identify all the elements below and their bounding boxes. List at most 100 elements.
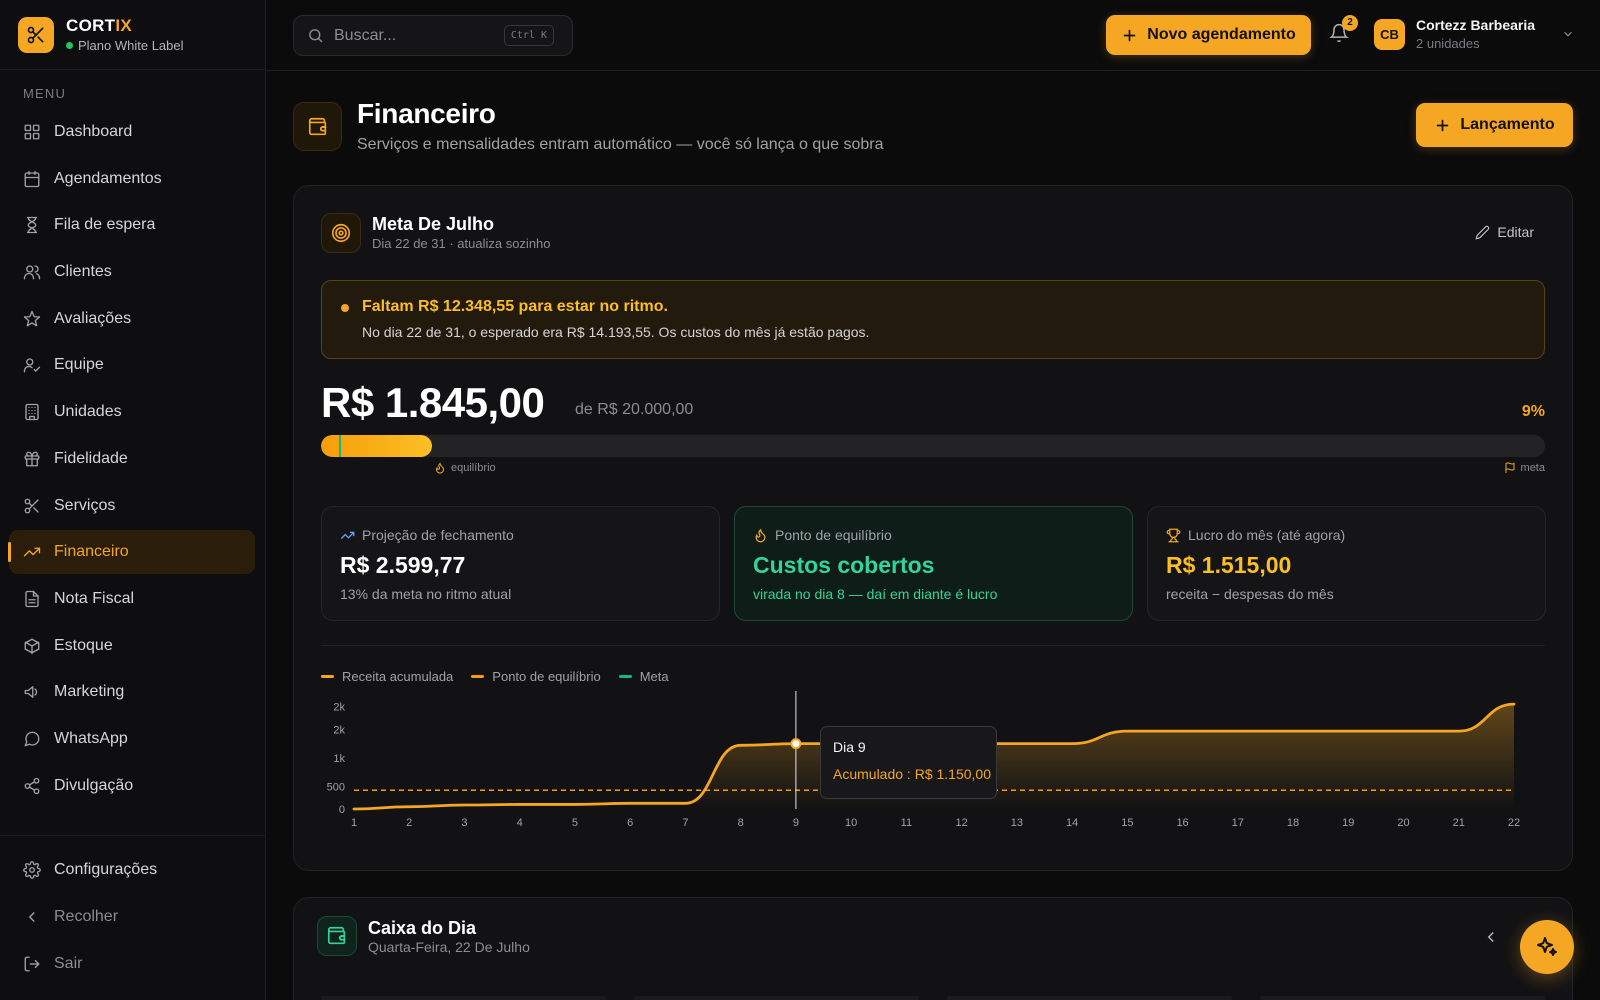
avatar: CB [1374, 18, 1405, 50]
sidebar-item-divulgacao[interactable]: Divulgação [9, 764, 255, 808]
legend-item: Receita acumulada [321, 669, 453, 684]
account-units: 2 unidades [1416, 36, 1480, 51]
brand-plan: Plano White Label [66, 38, 184, 53]
flame-icon [435, 462, 445, 474]
sidebar-item-label: Dashboard [54, 123, 133, 140]
notifications-button[interactable]: 2 [1329, 15, 1358, 45]
sidebar-item-aparencia-do-app[interactable]: Aparência do app [9, 810, 255, 815]
hover-point [790, 738, 802, 750]
new-appointment-button[interactable]: Novo agendamento [1106, 15, 1311, 55]
trophy-icon [1166, 528, 1181, 542]
sidebar-item-nota-fiscal[interactable]: Nota Fiscal [9, 577, 255, 621]
status-dot [66, 42, 73, 49]
page-header: Financeiro Serviços e mensalidades entra… [293, 98, 1573, 162]
brand: CORTIX Plano White Label [0, 0, 265, 70]
goal-amount: R$ 1.845,00 [321, 379, 545, 426]
ai-assistant-button[interactable] [1520, 920, 1574, 974]
trending-up-icon [340, 531, 355, 539]
sidebar-item-label: WhatsApp [54, 729, 128, 747]
add-entry-button[interactable]: Lançamento [1416, 103, 1573, 147]
cash-card: Caixa do Dia Quarta-Feira, 22 De Julho [293, 897, 1573, 1000]
sidebar-item-label: Fidelidade [54, 449, 128, 467]
sidebar-item-settings[interactable]: Configurações [9, 848, 255, 892]
cash-date: Quarta-Feira, 22 De Julho [368, 939, 530, 955]
sidebar-item-marketing[interactable]: Marketing [9, 670, 255, 714]
sidebar-item-agendamentos[interactable]: Agendamentos [9, 157, 255, 201]
sidebar-item-avaliacoes[interactable]: Avaliações [9, 297, 255, 341]
search-box[interactable]: Ctrl K [293, 15, 573, 56]
x-tick-label: 13 [1011, 817, 1023, 829]
x-tick-label: 14 [1066, 817, 1078, 829]
search-input[interactable] [334, 26, 494, 45]
share-icon [24, 777, 40, 794]
sidebar-item-label: Divulgação [54, 776, 134, 794]
x-tick-label: 17 [1232, 817, 1244, 829]
add-entry-label: Lançamento [1460, 116, 1555, 133]
sidebar-item-financeiro[interactable]: Financeiro [8, 530, 255, 575]
sidebar-item-label: Clientes [54, 263, 112, 281]
stat-label: Ponto de equilíbrio [753, 527, 892, 543]
sidebar-item-label: Avaliações [54, 309, 132, 327]
notification-badge: 2 [1342, 15, 1358, 31]
stat-value: R$ 1.515,00 [1166, 552, 1292, 578]
y-tick-label: 2k [333, 724, 345, 736]
y-tick-label: 1k [333, 753, 345, 765]
goal-target: de R$ 20.000,00 [575, 401, 694, 418]
chevron-left-icon [28, 912, 35, 922]
sidebar-item-dashboard[interactable]: Dashboard [9, 110, 255, 154]
x-tick-label: 3 [461, 817, 467, 829]
sidebar-item-fila-de-espera[interactable]: Fila de espera [9, 203, 255, 247]
collapse-label: Recolher [54, 908, 119, 925]
legend-item: Meta [618, 669, 669, 684]
chevron-down-icon [1564, 31, 1572, 37]
megaphone-icon [24, 686, 38, 699]
projection-stat: Projeção de fechamento R$ 2.599,77 13% d… [321, 506, 720, 621]
scissors-logo-icon [18, 16, 54, 53]
sidebar-item-equipe[interactable]: Equipe [9, 343, 255, 387]
logout-button[interactable]: Sair [9, 942, 255, 986]
sidebar-item-servicos[interactable]: Serviços [9, 484, 255, 528]
sidebar-item-estoque[interactable]: Estoque [9, 624, 255, 668]
cash-title: Caixa do Dia [368, 918, 477, 938]
chart-legend: Receita acumulada Ponto de equilíbrio Me… [321, 669, 687, 684]
goal-subtitle: Dia 22 de 31 · atualiza sozinho [372, 236, 551, 251]
account-switcher[interactable]: CB Cortezz Barbearia 2 unidades [1374, 17, 1575, 51]
stat-label: Lucro do mês (até agora) [1166, 527, 1345, 543]
search-shortcut: Ctrl K [503, 25, 554, 46]
flag-icon [1505, 462, 1515, 473]
x-tick-label: 20 [1397, 817, 1409, 829]
edit-goal-button[interactable]: Editar [1475, 224, 1534, 240]
alert-text: No dia 22 de 31, o esperado era R$ 14.19… [362, 324, 870, 340]
stat-note: receita − despesas do mês [1166, 586, 1334, 602]
stat-label: Projeção de fechamento [340, 527, 514, 543]
x-tick-label: 15 [1121, 817, 1133, 829]
collapse-button[interactable]: Recolher [9, 895, 255, 939]
y-tick-label: 500 [327, 781, 345, 793]
alert-dot [341, 304, 349, 312]
sidebar-item-clientes[interactable]: Clientes [9, 250, 255, 294]
building-icon [25, 403, 39, 421]
chart-tooltip: Dia 9 Acumulado : R$ 1.150,00 [820, 726, 997, 799]
logout-label: Sair [54, 955, 83, 972]
x-tick-label: 22 [1508, 817, 1520, 829]
goal-percent: 9% [1521, 403, 1545, 420]
goal-tag: meta [1504, 462, 1545, 474]
page-title: Financeiro [357, 98, 496, 129]
chevron-left-icon[interactable] [1482, 928, 1500, 946]
sidebar-item-label: Configurações [54, 861, 158, 878]
x-tick-label: 12 [955, 817, 967, 829]
sidebar-item-unidades[interactable]: Unidades [9, 390, 255, 434]
sidebar-item-label: Fila de espera [54, 216, 156, 234]
legend-item: Ponto de equilíbrio [471, 669, 601, 684]
sidebar-item-whatsapp[interactable]: WhatsApp [9, 717, 255, 761]
file-text-icon [25, 590, 39, 608]
alert-title: Faltam R$ 12.348,55 para estar no ritmo. [362, 298, 668, 315]
sidebar-item-label: Serviços [54, 496, 116, 514]
pencil-icon [1475, 225, 1490, 240]
wallet-icon [317, 916, 357, 956]
sidebar-item-label: Equipe [54, 356, 104, 374]
cash-summary-card [1260, 996, 1545, 1000]
sidebar-item-fidelidade[interactable]: Fidelidade [9, 437, 255, 481]
tooltip-title: Dia 9 [833, 739, 866, 755]
topbar: Ctrl K Novo agendamento 2 CB Cortezz Bar… [266, 0, 1600, 71]
